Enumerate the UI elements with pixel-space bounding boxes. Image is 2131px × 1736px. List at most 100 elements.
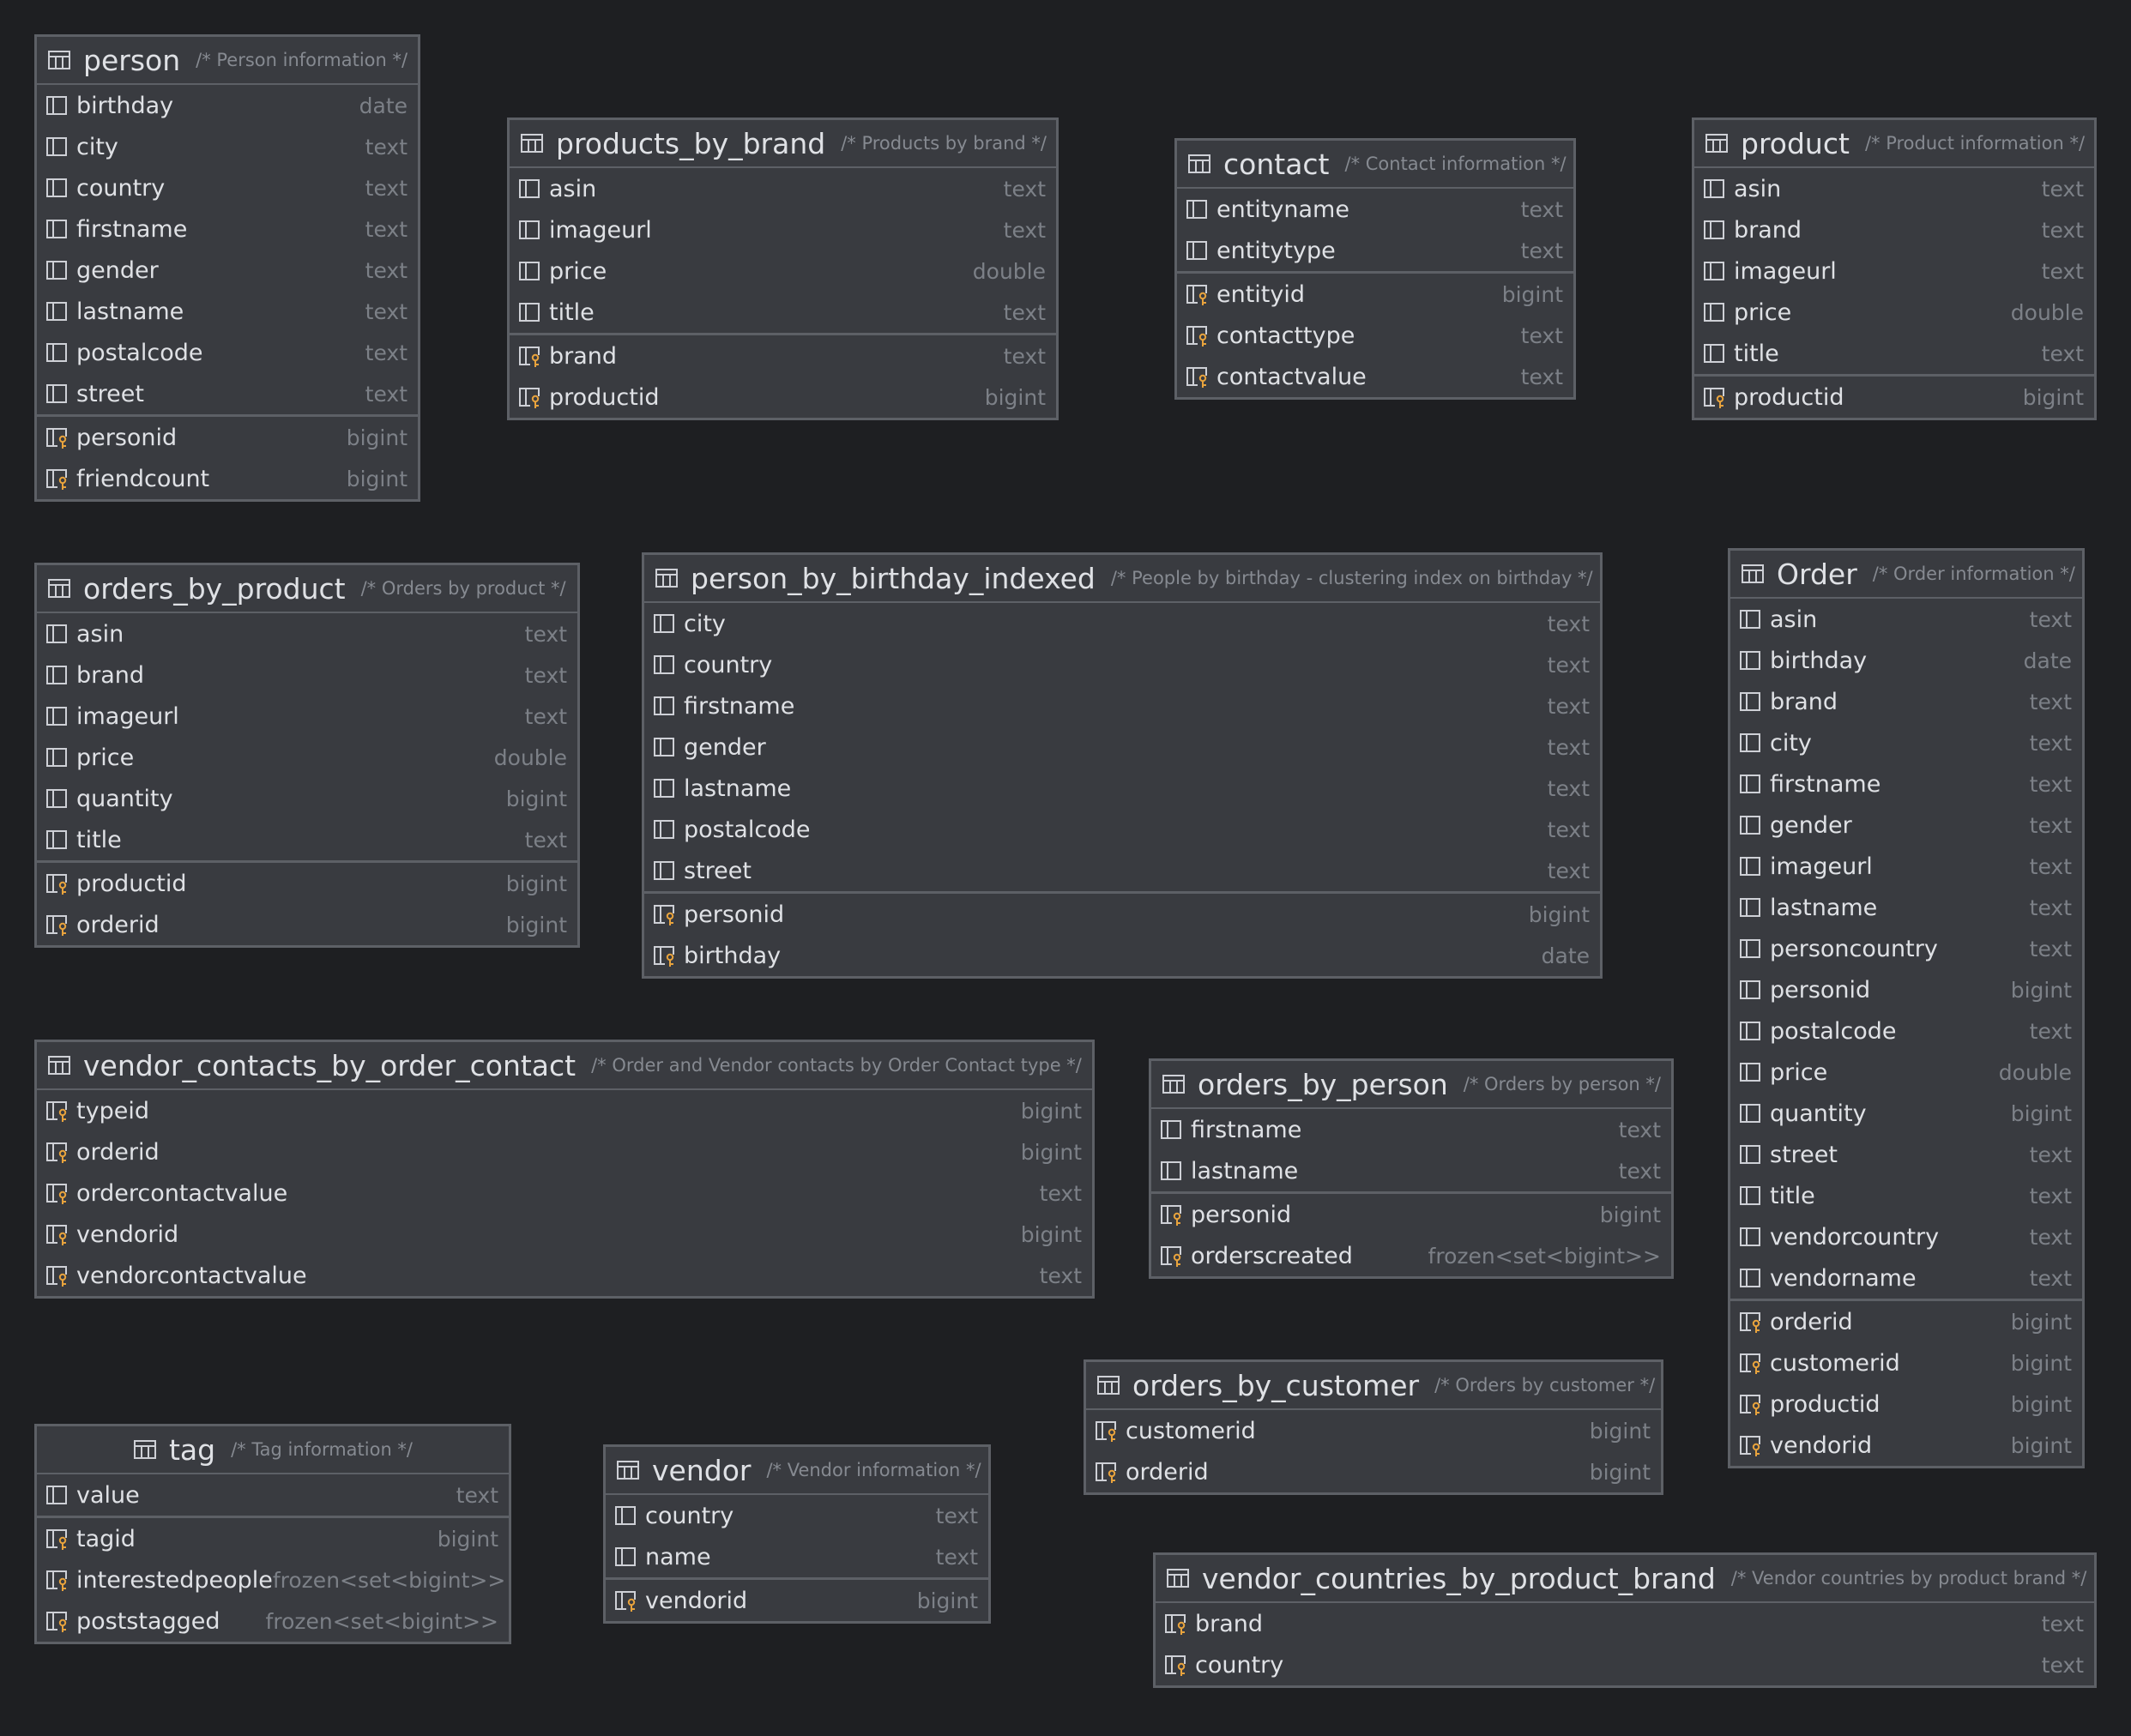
key-column-row[interactable]: orderid bigint xyxy=(1730,1301,2082,1342)
key-column-row[interactable]: birthday date xyxy=(644,935,1600,976)
table-order[interactable]: Order /* Order information */ asin text birt… xyxy=(1728,548,2085,1468)
table-header[interactable]: tag /* Tag information */ xyxy=(37,1426,509,1474)
key-column-row[interactable]: vendorcontactvalue text xyxy=(37,1255,1092,1296)
column-row[interactable]: gender text xyxy=(37,250,418,291)
column-row[interactable]: imageurl text xyxy=(1730,846,2082,887)
table-orders-by-person[interactable]: orders_by_person /* Orders by person */ fi… xyxy=(1149,1058,1674,1279)
column-row[interactable]: imageurl text xyxy=(37,696,577,737)
column-row[interactable]: postalcode text xyxy=(1730,1010,2082,1052)
table-vendor-contacts-by-order-contact[interactable]: vendor_contacts_by_order_contact /* Order… xyxy=(34,1040,1095,1299)
column-row[interactable]: street text xyxy=(644,850,1600,891)
column-row[interactable]: price double xyxy=(510,250,1056,292)
column-row[interactable]: vendorname text xyxy=(1730,1257,2082,1299)
table-header[interactable]: vendor_contacts_by_order_contact /* Order… xyxy=(37,1042,1092,1090)
column-row[interactable]: street text xyxy=(1730,1134,2082,1175)
column-row[interactable]: name text xyxy=(606,1536,988,1577)
column-row[interactable]: lastname text xyxy=(1730,887,2082,928)
column-row[interactable]: personid bigint xyxy=(1730,969,2082,1010)
column-row[interactable]: country text xyxy=(644,644,1600,685)
key-column-row[interactable]: country text xyxy=(1156,1644,2094,1685)
table-header[interactable]: vendor_countries_by_product_brand /* Vend… xyxy=(1156,1555,2094,1603)
column-row[interactable]: value text xyxy=(37,1474,509,1516)
column-row[interactable]: postalcode text xyxy=(644,809,1600,850)
column-row[interactable]: brand text xyxy=(37,654,577,696)
column-row[interactable]: entityname text xyxy=(1177,189,1573,230)
column-row[interactable]: entitytype text xyxy=(1177,230,1573,271)
column-row[interactable]: title text xyxy=(37,819,577,860)
table-person[interactable]: person /* Person information */ birthday da… xyxy=(34,34,420,502)
column-row[interactable]: vendorcountry text xyxy=(1730,1216,2082,1257)
table-header[interactable]: orders_by_product /* Orders by product */ xyxy=(37,565,577,613)
column-row[interactable]: birthday date xyxy=(1730,640,2082,681)
column-row[interactable]: city text xyxy=(644,603,1600,644)
key-column-row[interactable]: brand text xyxy=(1156,1603,2094,1644)
column-row[interactable]: city text xyxy=(1730,722,2082,763)
key-column-row[interactable]: personid bigint xyxy=(644,894,1600,935)
table-header[interactable]: orders_by_customer /* Orders by customer … xyxy=(1086,1362,1661,1410)
table-header[interactable]: person_by_birthday_indexed /* People by b… xyxy=(644,555,1600,603)
column-row[interactable]: price double xyxy=(1730,1052,2082,1093)
table-header[interactable]: orders_by_person /* Orders by person */ xyxy=(1151,1061,1671,1109)
table-vendor[interactable]: vendor /* Vendor information */ country tex… xyxy=(603,1444,991,1624)
key-column-row[interactable]: vendorid bigint xyxy=(37,1214,1092,1255)
column-row[interactable]: country text xyxy=(606,1495,988,1536)
table-header[interactable]: Order /* Order information */ xyxy=(1730,551,2082,599)
column-row[interactable]: lastname text xyxy=(644,768,1600,809)
column-row[interactable]: birthday date xyxy=(37,85,418,126)
table-header[interactable]: contact /* Contact information */ xyxy=(1177,141,1573,189)
key-column-row[interactable]: poststagged frozen<set<bigint>> xyxy=(37,1600,509,1642)
column-row[interactable]: asin text xyxy=(1730,599,2082,640)
key-column-row[interactable]: contacttype text xyxy=(1177,315,1573,356)
column-row[interactable]: imageurl text xyxy=(1694,250,2094,292)
key-column-row[interactable]: personid bigint xyxy=(1151,1194,1671,1235)
column-row[interactable]: lastname text xyxy=(1151,1150,1671,1191)
key-column-row[interactable]: orderscreated frozen<set<bigint>> xyxy=(1151,1235,1671,1276)
table-products-by-brand[interactable]: products_by_brand /* Products by brand */… xyxy=(507,118,1059,420)
table-header[interactable]: product /* Product information */ xyxy=(1694,120,2094,168)
column-row[interactable]: firstname text xyxy=(1151,1109,1671,1150)
column-row[interactable]: gender text xyxy=(1730,805,2082,846)
table-header[interactable]: products_by_brand /* Products by brand */ xyxy=(510,120,1056,168)
column-row[interactable]: price double xyxy=(37,737,577,778)
table-header[interactable]: person /* Person information */ xyxy=(37,37,418,85)
key-column-row[interactable]: typeid bigint xyxy=(37,1090,1092,1131)
key-column-row[interactable]: ordercontactvalue text xyxy=(37,1172,1092,1214)
column-row[interactable]: personcountry text xyxy=(1730,928,2082,969)
key-column-row[interactable]: productid bigint xyxy=(1730,1383,2082,1425)
table-product[interactable]: product /* Product information */ asin text… xyxy=(1692,118,2097,420)
key-column-row[interactable]: customerid bigint xyxy=(1730,1342,2082,1383)
column-row[interactable]: quantity bigint xyxy=(37,778,577,819)
table-header[interactable]: vendor /* Vendor information */ xyxy=(606,1447,988,1495)
key-column-row[interactable]: vendorid bigint xyxy=(1730,1425,2082,1466)
table-person-by-birthday-indexed[interactable]: person_by_birthday_indexed /* People by b… xyxy=(642,552,1603,979)
column-row[interactable]: asin text xyxy=(37,613,577,654)
key-column-row[interactable]: productid bigint xyxy=(37,863,577,904)
table-orders-by-customer[interactable]: orders_by_customer /* Orders by customer … xyxy=(1084,1359,1663,1495)
table-vendor-countries-by-product-brand[interactable]: vendor_countries_by_product_brand /* Vend… xyxy=(1153,1552,2097,1688)
key-column-row[interactable]: contactvalue text xyxy=(1177,356,1573,397)
column-row[interactable]: price double xyxy=(1694,292,2094,333)
key-column-row[interactable]: vendorid bigint xyxy=(606,1580,988,1621)
column-row[interactable]: title text xyxy=(510,292,1056,333)
column-row[interactable]: imageurl text xyxy=(510,209,1056,250)
key-column-row[interactable]: tagid bigint xyxy=(37,1518,509,1559)
key-column-row[interactable]: orderid bigint xyxy=(1086,1451,1661,1492)
column-row[interactable]: city text xyxy=(37,126,418,167)
table-contact[interactable]: contact /* Contact information */ entityna… xyxy=(1174,138,1576,400)
column-row[interactable]: gender text xyxy=(644,726,1600,768)
key-column-row[interactable]: customerid bigint xyxy=(1086,1410,1661,1451)
column-row[interactable]: brand text xyxy=(1730,681,2082,722)
column-row[interactable]: postalcode text xyxy=(37,332,418,373)
column-row[interactable]: asin text xyxy=(510,168,1056,209)
key-column-row[interactable]: brand text xyxy=(510,335,1056,377)
key-column-row[interactable]: productid bigint xyxy=(1694,377,2094,418)
column-row[interactable]: title text xyxy=(1730,1175,2082,1216)
column-row[interactable]: firstname text xyxy=(644,685,1600,726)
column-row[interactable]: asin text xyxy=(1694,168,2094,209)
key-column-row[interactable]: orderid bigint xyxy=(37,1131,1092,1172)
column-row[interactable]: brand text xyxy=(1694,209,2094,250)
column-row[interactable]: street text xyxy=(37,373,418,414)
column-row[interactable]: country text xyxy=(37,167,418,208)
key-column-row[interactable]: orderid bigint xyxy=(37,904,577,945)
column-row[interactable]: firstname text xyxy=(37,208,418,250)
